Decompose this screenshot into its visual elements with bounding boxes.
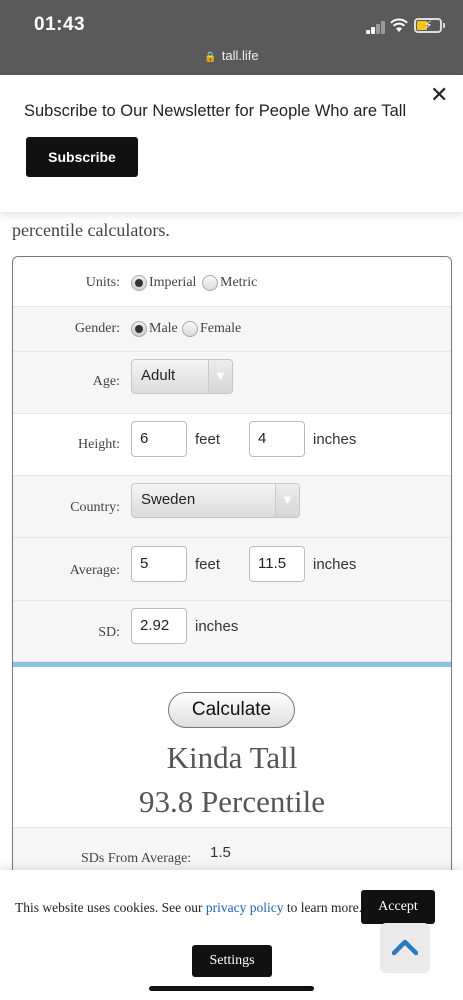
sds-from-average-label: SDs From Average: [81, 851, 192, 866]
country-label: Country: [70, 500, 120, 515]
settings-button[interactable]: Settings [192, 945, 272, 977]
average-inches-unit: inches [313, 556, 357, 573]
height-inches-unit: inches [313, 431, 357, 448]
average-row: Average: 5 feet 11.5 inches [13, 538, 451, 601]
height-feet-input[interactable]: 6 [131, 421, 187, 457]
age-row: Age: Adult ▼ [13, 352, 451, 414]
sd-input[interactable]: 2.92 [131, 608, 187, 644]
close-icon[interactable]: ✕ [430, 83, 448, 108]
status-bar: 01:43 ⚡ 🔒 tall.life [0, 0, 463, 75]
height-inches-input[interactable]: 4 [249, 421, 305, 457]
sd-label: SD: [98, 625, 120, 640]
battery-charging-icon: ⚡ [414, 18, 445, 33]
lock-icon: 🔒 [204, 52, 217, 63]
cookie-message: This website uses cookies. See our priva… [15, 900, 362, 916]
radio-unselected-icon [202, 275, 218, 291]
chevron-down-icon: ▼ [275, 484, 299, 517]
age-label: Age: [92, 374, 120, 389]
height-percentile-calculator: Units: Imperial Metric Gender: Male Fema… [12, 256, 452, 896]
gender-male-label: Male [149, 321, 178, 336]
height-row: Height: 6 feet 4 inches [13, 414, 451, 476]
privacy-policy-link[interactable]: privacy policy [206, 900, 284, 915]
average-inches-input[interactable]: 11.5 [249, 546, 305, 582]
height-label: Height: [78, 437, 120, 452]
chevron-up-icon [392, 939, 418, 956]
average-label: Average: [69, 563, 120, 578]
results-divider [13, 662, 451, 667]
average-feet-unit: feet [195, 556, 221, 573]
newsletter-text: Subscribe to Our Newsletter for People W… [24, 102, 407, 120]
average-feet-input[interactable]: 5 [131, 546, 187, 582]
units-imperial-radio[interactable]: Imperial [131, 275, 196, 291]
country-select[interactable]: Sweden ▼ [131, 483, 300, 518]
cookie-banner: This website uses cookies. See our priva… [0, 870, 463, 1000]
age-select-value: Adult [141, 367, 176, 384]
radio-selected-icon [131, 275, 147, 291]
country-select-value: Sweden [141, 491, 196, 508]
radio-selected-icon [131, 321, 147, 337]
cookie-text-after: to learn more. [283, 900, 363, 915]
units-row: Units: Imperial Metric [13, 257, 451, 307]
chevron-down-icon: ▼ [208, 360, 232, 393]
accept-button[interactable]: Accept [361, 890, 435, 924]
status-time: 01:43 [34, 14, 86, 35]
gender-male-radio[interactable]: Male [131, 321, 178, 337]
radio-unselected-icon [182, 321, 198, 337]
wifi-icon [390, 18, 408, 32]
scroll-to-top-button[interactable] [380, 923, 430, 973]
result-category: Kinda Tall [166, 740, 298, 775]
result-percentile: 93.8 Percentile [139, 784, 325, 819]
country-row: Country: Sweden ▼ [13, 476, 451, 538]
url-bar[interactable]: 🔒 tall.life [0, 48, 463, 63]
gender-female-label: Female [200, 321, 242, 336]
subscribe-button[interactable]: Subscribe [26, 137, 138, 177]
units-label: Units: [85, 275, 120, 290]
age-select[interactable]: Adult ▼ [131, 359, 233, 394]
units-metric-radio[interactable]: Metric [202, 275, 257, 291]
newsletter-banner: Subscribe to Our Newsletter for People W… [0, 75, 463, 212]
sds-from-average-value: 1.5 [210, 844, 231, 861]
article-fragment: percentile calculators. [12, 220, 170, 240]
url-text: tall.life [221, 48, 259, 63]
cookie-text-before: This website uses cookies. See our [15, 900, 206, 915]
cellular-signal-icon [366, 20, 386, 34]
units-imperial-label: Imperial [149, 275, 197, 290]
calculate-button[interactable]: Calculate [168, 692, 295, 728]
height-feet-unit: feet [195, 431, 221, 448]
gender-female-radio[interactable]: Female [182, 321, 241, 337]
sd-row: SD: 2.92 inches [13, 601, 451, 662]
sd-unit: inches [195, 618, 239, 635]
units-metric-label: Metric [220, 275, 258, 290]
gender-row: Gender: Male Female [13, 307, 451, 352]
home-indicator [149, 986, 314, 991]
gender-label: Gender: [74, 321, 120, 336]
